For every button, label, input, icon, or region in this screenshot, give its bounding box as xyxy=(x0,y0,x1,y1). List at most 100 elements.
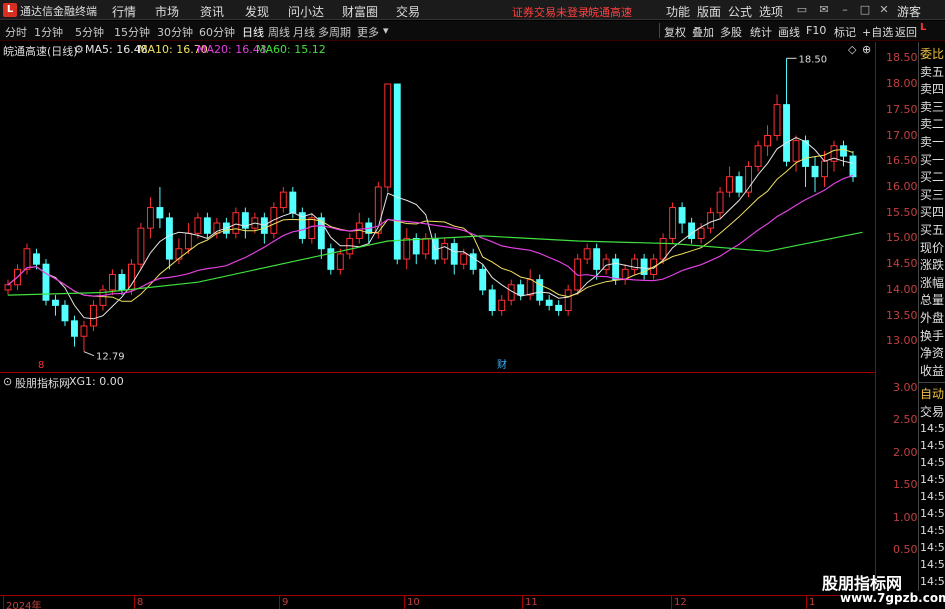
minimize-icon[interactable]: – xyxy=(838,3,852,17)
quote-label: 外盘 xyxy=(920,311,945,325)
candle-body xyxy=(80,325,88,337)
period-15min[interactable]: 15分钟 xyxy=(114,24,150,40)
quote-label: 现价 xyxy=(920,240,945,255)
tick-time: 14:56 xyxy=(920,575,945,588)
date-label: 11 xyxy=(525,597,538,608)
stock-notice: 皖通高速 xyxy=(588,6,632,19)
overlay-button[interactable]: 叠加 xyxy=(692,24,714,40)
quote-label: 收益 xyxy=(920,363,945,378)
tick-time: 14:56 xyxy=(920,456,945,469)
f10-button[interactable]: F10 xyxy=(806,24,826,37)
price-tick: 13.00 xyxy=(886,334,918,348)
menu-functions[interactable]: 功能 xyxy=(666,3,690,20)
multi-stock-button[interactable]: 多股 xyxy=(720,24,742,40)
high-price-label: 18.50 xyxy=(799,54,828,65)
quote-label: 买五 xyxy=(920,223,945,237)
date-tick xyxy=(806,596,807,609)
watermark-url: www.7gpzb.com xyxy=(840,591,945,605)
date-label: 10 xyxy=(407,597,420,608)
candlestick-chart[interactable]: 18.50 12.79 8 财 xyxy=(0,42,875,372)
candle-body xyxy=(545,299,553,306)
low-pointer xyxy=(83,351,95,357)
menu-market[interactable]: 市场 xyxy=(155,3,179,20)
date-label: 1 xyxy=(809,597,816,608)
mark-button[interactable]: 标记 xyxy=(834,24,856,40)
menu-quotes[interactable]: 行情 xyxy=(112,3,136,20)
trade-tab[interactable]: 交易 xyxy=(920,403,944,420)
indicator-chart[interactable] xyxy=(0,373,875,595)
candle-body xyxy=(137,227,145,265)
login-notice[interactable]: 证券交易未登录 xyxy=(512,4,589,20)
period-tick[interactable]: 分时 xyxy=(5,24,27,40)
candle-body xyxy=(669,207,677,239)
period-1min[interactable]: 1分钟 xyxy=(34,24,63,40)
indicator-tick: 2.00 xyxy=(893,445,918,459)
close-icon[interactable]: ✕ xyxy=(877,3,891,17)
candle-body xyxy=(384,83,392,188)
menu-options[interactable]: 选项 xyxy=(759,3,783,20)
candle-body xyxy=(127,263,135,291)
candle-body xyxy=(232,212,240,234)
price-tick: 16.00 xyxy=(886,179,918,193)
period-weekly[interactable]: 周线 xyxy=(268,24,290,40)
indicator-tick: 1.50 xyxy=(893,478,918,492)
candle-body xyxy=(156,207,164,219)
quote-label: 卖四 xyxy=(920,82,945,97)
quote-label: 买四 xyxy=(920,205,945,220)
indicator-tick: 2.50 xyxy=(893,413,918,427)
candle-body xyxy=(707,212,715,229)
period-multi[interactable]: 多周期 xyxy=(318,24,351,40)
menu-news[interactable]: 资讯 xyxy=(200,3,224,20)
price-tick: 18.50 xyxy=(886,51,918,65)
stats-button[interactable]: 统计 xyxy=(750,24,772,40)
add-watchlist-button[interactable]: +自选 xyxy=(862,24,893,40)
candle-body xyxy=(479,268,487,291)
tick-time: 14:56 xyxy=(920,422,945,435)
back-button[interactable]: 返回 xyxy=(895,24,917,40)
period-30min[interactable]: 30分钟 xyxy=(157,24,193,40)
candle-body xyxy=(659,237,667,260)
period-monthly[interactable]: 月线 xyxy=(293,24,315,40)
period-5min[interactable]: 5分钟 xyxy=(75,24,104,40)
low-price-label: 12.79 xyxy=(96,352,125,363)
candle-body xyxy=(583,248,591,260)
quote-label: 买一 xyxy=(920,152,945,167)
quote-label: 涨跌 xyxy=(920,258,945,273)
event-marker: 8 xyxy=(38,360,44,371)
menu-trade[interactable]: 交易 xyxy=(396,3,420,20)
tick-time: 14:56 xyxy=(920,507,945,520)
price-tick: 18.00 xyxy=(886,77,918,91)
auto-tab[interactable]: 自动 xyxy=(920,385,944,402)
screen-icon[interactable]: ▭ xyxy=(795,3,809,17)
tick-time: 14:56 xyxy=(920,473,945,486)
candle-body xyxy=(612,258,620,281)
candle-body xyxy=(146,207,154,229)
candle-body xyxy=(517,284,525,296)
candle-body xyxy=(61,304,69,322)
menu-ask[interactable]: 问小达 xyxy=(288,3,324,20)
period-more[interactable]: 更多 xyxy=(357,24,379,40)
period-60min[interactable]: 60分钟 xyxy=(199,24,235,40)
candle-body xyxy=(735,176,743,193)
candle-body xyxy=(393,83,401,260)
draw-button[interactable]: 画线 xyxy=(778,24,800,40)
adjust-button[interactable]: 复权 xyxy=(664,24,686,40)
maximize-icon[interactable]: □ xyxy=(858,3,872,17)
indicator-tick: 3.00 xyxy=(893,380,918,394)
menu-wealth[interactable]: 财富圈 xyxy=(342,3,378,20)
candle-body xyxy=(42,263,50,301)
menu-formula[interactable]: 公式 xyxy=(728,3,752,20)
menu-layout[interactable]: 版面 xyxy=(697,3,721,20)
candle-body xyxy=(412,237,420,255)
price-tick: 15.50 xyxy=(886,205,918,219)
candle-body xyxy=(184,232,192,250)
candle-body xyxy=(792,140,800,162)
menu-discover[interactable]: 发现 xyxy=(245,3,269,20)
tick-time: 14:56 xyxy=(920,490,945,503)
period-daily[interactable]: 日线 xyxy=(242,24,264,40)
chevron-down-icon[interactable]: ▾ xyxy=(383,24,389,37)
mail-icon[interactable]: ✉ xyxy=(817,3,831,17)
candle-body xyxy=(821,160,828,178)
date-tick xyxy=(404,596,405,609)
user-label[interactable]: 游客 xyxy=(897,3,921,20)
